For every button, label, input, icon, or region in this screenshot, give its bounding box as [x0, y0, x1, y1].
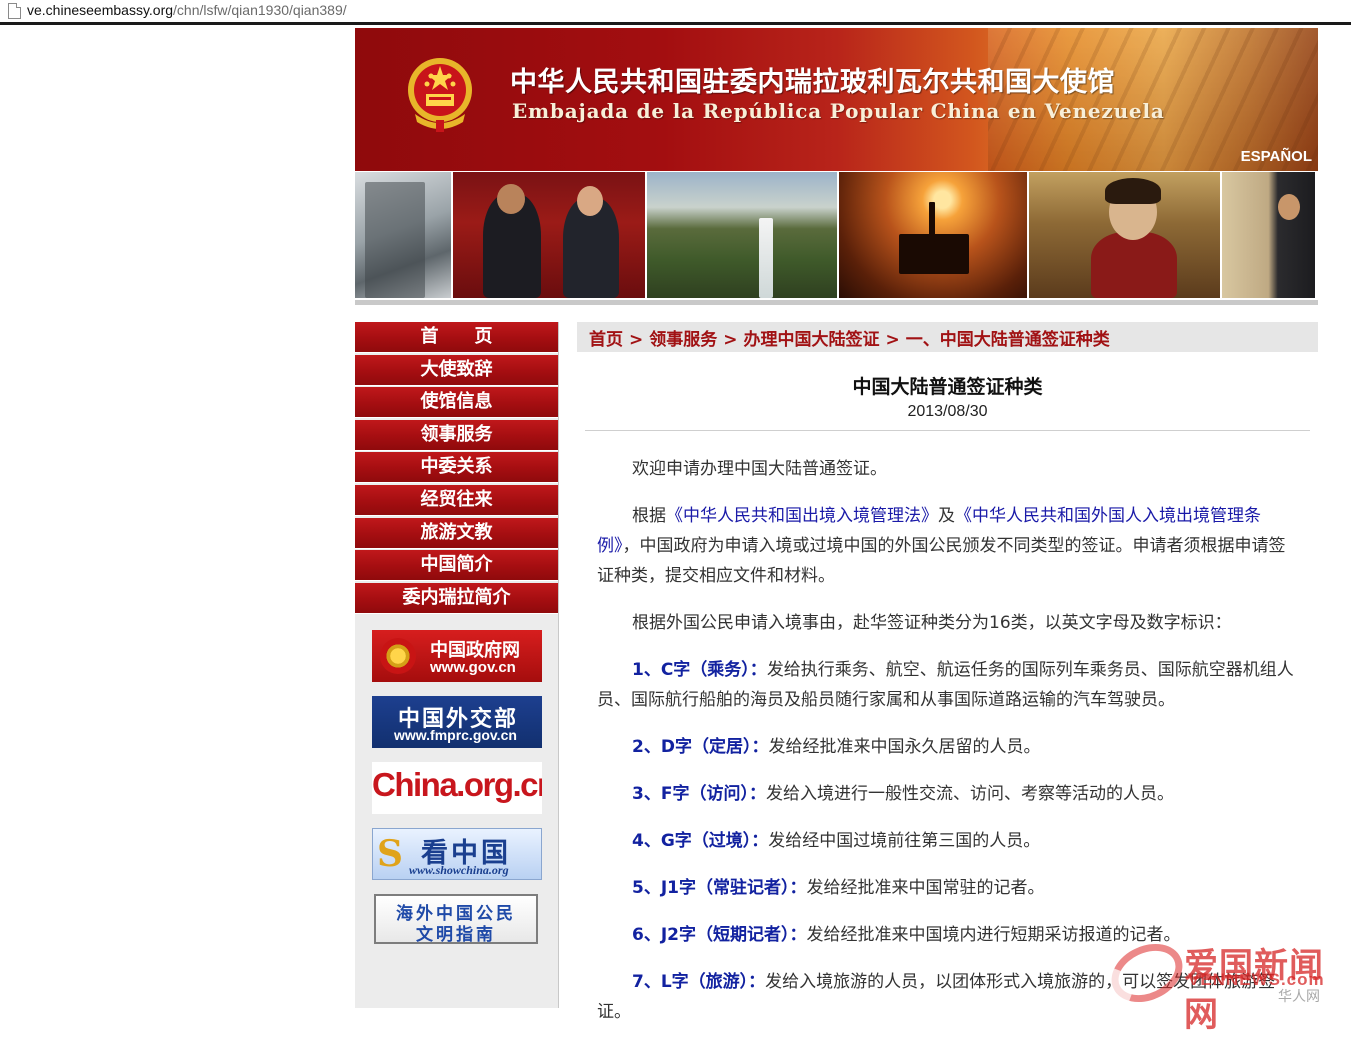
visa-type-desc: 发给经中国过境前往第三国的人员。	[768, 831, 1041, 851]
photo-bolivar-portrait	[1029, 172, 1220, 298]
photo-official	[1222, 172, 1315, 298]
nav-item-tourism-culture[interactable]: 旅游文教	[355, 517, 558, 549]
text-prefix: 根据	[632, 506, 666, 526]
watermark-text-sub: 华人网	[1278, 989, 1320, 1005]
page: 中华人民共和国驻委内瑞拉玻利瓦尔共和国大使馆 Embajada de la Re…	[355, 28, 1318, 1022]
site-banner: 中华人民共和国驻委内瑞拉玻利瓦尔共和国大使馆 Embajada de la Re…	[355, 28, 1318, 171]
external-links: 中国政府网 www.gov.cn 中国外交部 www.fmprc.gov.cn …	[372, 630, 542, 958]
visa-type-f: 3、F字（访问）：发给入境进行一般性交流、访问、考察等活动的人员。	[597, 779, 1299, 809]
paragraph-legal-basis: 根据《中华人民共和国出境入境管理法》及《中华人民共和国外国人入境出境管理条例》，…	[597, 501, 1299, 591]
visa-type-label: 5、J1字（常驻记者）：	[632, 878, 807, 898]
visa-type-label: 2、D字（定居）：	[632, 737, 769, 757]
breadcrumb-home[interactable]: 首页	[589, 330, 623, 350]
link-fmprc[interactable]: 中国外交部 www.fmprc.gov.cn	[372, 696, 542, 748]
visa-type-label: 7、L字（旅游）：	[632, 972, 766, 992]
text-rest: ，中国政府为申请入境或过境中国的外国公民颁发不同类型的签证。申请者须根据申请签证…	[597, 536, 1286, 586]
visa-type-j1: 5、J1字（常驻记者）：发给经批准来中国常驻的记者。	[597, 873, 1299, 903]
breadcrumb-separator: >	[885, 330, 900, 350]
left-navigation: 首 页 大使致辞 使馆信息 领事服务 中委关系 经贸往来 旅游文教 中国简介 委…	[355, 322, 559, 1008]
paragraph-intro: 欢迎申请办理中国大陆普通签证。	[632, 459, 887, 479]
address-bar[interactable]: ve.chineseembassy.org/chn/lsfw/qian1930/…	[0, 0, 1351, 25]
link-civility-guide[interactable]: 海外中国公民 文明指南	[374, 894, 538, 944]
language-switch-link[interactable]: ESPAÑOL	[1241, 148, 1312, 165]
showchina-logo-url: www.showchina.org	[409, 863, 509, 877]
visa-type-desc: 发给入境进行一般性交流、访问、考察等活动的人员。	[765, 784, 1174, 804]
visa-type-d: 2、D字（定居）：发给经批准来中国永久居留的人员。	[597, 732, 1299, 762]
link-exit-entry-law[interactable]: 《中华人民共和国出境入境管理法》	[666, 506, 938, 526]
photo-building	[355, 172, 451, 298]
visa-type-c: 1、C字（乘务）：发给执行乘务、航空、航运任务的国际列车乘务员、国际航空器机组人…	[597, 655, 1299, 715]
visa-type-label: 6、J2字（短期记者）：	[632, 925, 807, 945]
link-showchina[interactable]: S 看中国 www.showchina.org	[372, 828, 542, 880]
main-content: 首页 > 领事服务 > 办理中国大陆签证 > 一、中国大陆普通签证种类 中国大陆普通签证种类…	[577, 322, 1318, 1022]
national-emblem-icon	[408, 58, 472, 132]
breadcrumb-current[interactable]: 一、中国大陆普通签证种类	[906, 330, 1110, 350]
nav-item-embassy-info[interactable]: 使馆信息	[355, 387, 558, 419]
page-document-icon	[8, 3, 21, 19]
nav-item-venezuela-overview[interactable]: 委内瑞拉简介	[355, 582, 558, 614]
breadcrumb-separator: >	[629, 330, 644, 350]
article-title: 中国大陆普通签证种类	[852, 376, 1043, 398]
nav-item-home[interactable]: 首 页	[355, 322, 558, 353]
visa-type-g: 4、G字（过境）：发给经中国过境前往第三国的人员。	[597, 826, 1299, 856]
breadcrumb-visa[interactable]: 办理中国大陆签证	[744, 330, 880, 350]
dragon-icon: S	[377, 833, 403, 875]
nav-item-consular-services[interactable]: 领事服务	[355, 419, 558, 451]
mfa-logo-url: www.fmprc.gov.cn	[394, 727, 517, 743]
embassy-title-chinese: 中华人民共和国驻委内瑞拉玻利瓦尔共和国大使馆	[510, 67, 1115, 98]
text-and: 及	[938, 506, 955, 526]
banner-divider	[355, 300, 1318, 305]
url-path: /chn/lsfw/qian1930/qian389/	[173, 2, 347, 18]
breadcrumb-consular[interactable]: 领事服务	[649, 330, 717, 350]
url-host: ve.chineseembassy.org	[27, 2, 174, 18]
photo-leaders-handshake	[453, 172, 645, 298]
url-text[interactable]: ve.chineseembassy.org/chn/lsfw/qian1930/…	[27, 2, 347, 18]
link-china-org[interactable]: China.org.cn	[372, 762, 542, 814]
guide-line2: 文明指南	[416, 925, 496, 944]
visa-type-desc: 发给经批准来中国常驻的记者。	[806, 878, 1045, 898]
nav-item-economy-trade[interactable]: 经贸往来	[355, 484, 558, 516]
paragraph-categories: 根据外国公民申请入境事由，赴华签证种类分为16类，以英文字母及数字标识：	[632, 613, 1232, 633]
nav-item-china-overview[interactable]: 中国简介	[355, 550, 558, 582]
article-date: 2013/08/30	[907, 403, 988, 420]
photo-angel-falls	[647, 172, 837, 298]
visa-type-label: 3、F字（访问）：	[632, 784, 766, 804]
embassy-title-spanish: Embajada de la República Popular China e…	[512, 99, 1165, 123]
gov-emblem-icon	[380, 638, 416, 674]
site-watermark: 爱国新闻网 VENNEWS.com 华人网	[1102, 932, 1351, 1035]
visa-type-desc: 发给经批准来中国永久居留的人员。	[768, 737, 1041, 757]
photo-oil-platform	[839, 172, 1027, 298]
photo-strip	[355, 172, 1318, 300]
visa-type-label: 4、G字（过境）：	[632, 831, 769, 851]
nav-item-china-venezuela-relations[interactable]: 中委关系	[355, 452, 558, 484]
gov-logo-url: www.gov.cn	[430, 659, 516, 676]
link-gov-cn[interactable]: 中国政府网 www.gov.cn	[372, 630, 542, 682]
visa-type-label: 1、C字（乘务）：	[632, 660, 767, 680]
china-org-logo-text: China.org.cn	[372, 766, 542, 803]
breadcrumb: 首页 > 领事服务 > 办理中国大陆签证 > 一、中国大陆普通签证种类	[577, 322, 1318, 352]
nav-item-ambassador-speech[interactable]: 大使致辞	[355, 354, 558, 386]
breadcrumb-separator: >	[723, 330, 738, 350]
watermark-swirl-icon	[1102, 932, 1192, 1014]
title-divider	[585, 430, 1310, 431]
